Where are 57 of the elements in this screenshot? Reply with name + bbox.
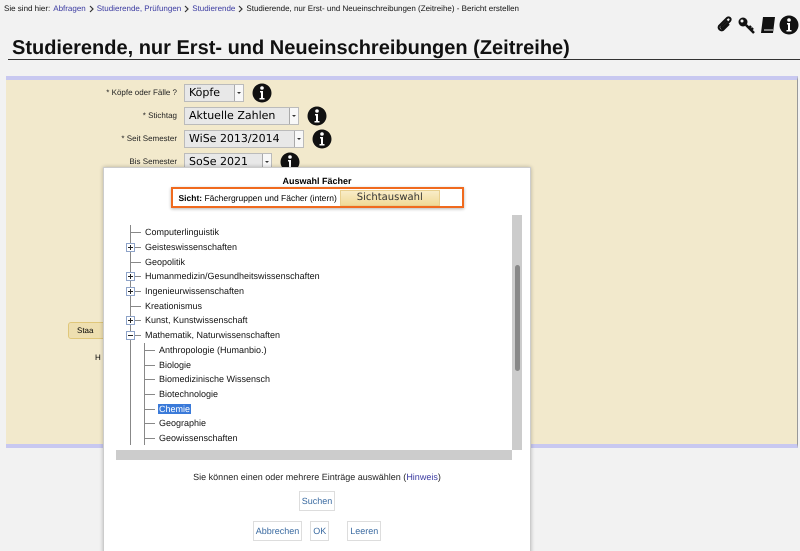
caret-icon <box>234 84 244 100</box>
hint-text: H <box>95 353 102 362</box>
expand-icon[interactable] <box>126 242 135 252</box>
dialog-button[interactable]: Leeren <box>347 521 382 541</box>
tree-item[interactable]: Biologie <box>158 360 192 370</box>
field-label: * Seit Semester <box>120 134 178 143</box>
tree-item[interactable]: Biomedizinische Wissensch <box>158 374 272 384</box>
expand-icon[interactable] <box>126 316 135 326</box>
expand-icon[interactable] <box>126 286 135 296</box>
chevron-icon <box>184 4 190 12</box>
dropdown[interactable]: Köpfe <box>184 84 244 102</box>
info-icon[interactable] <box>307 106 328 126</box>
key-icon[interactable] <box>737 15 757 35</box>
tree-item[interactable]: Anthropologie (Humanbio.) <box>158 344 268 355</box>
chevron-icon <box>88 4 94 12</box>
search-button[interactable]: Suchen <box>298 491 336 511</box>
dialog-button[interactable]: OK <box>310 521 330 541</box>
tree-item[interactable]: Geographie <box>158 418 208 428</box>
tree-item[interactable]: Chemie <box>158 404 192 414</box>
view-label: Sicht: Fächergruppen und Fächer (intern) <box>178 192 337 202</box>
expand-icon[interactable] <box>126 272 135 282</box>
tree-item[interactable]: Ingenieurwissenschaften <box>144 286 246 296</box>
book-icon[interactable] <box>759 15 777 35</box>
scrollbar[interactable] <box>116 450 512 460</box>
dropdown[interactable]: Aktuelle Zahlen <box>184 106 300 124</box>
field-label: Bis Semester <box>128 157 178 166</box>
page-title: Studierende, nur Erst- und Neueinschreibungen (Zeitreihe) <box>8 35 800 60</box>
breadcrumb-link[interactable]: Abfragen <box>53 4 86 13</box>
dropdown[interactable]: WiSe 2013/2014 <box>184 130 304 148</box>
tree-item[interactable]: Kunst, Kunstwissenschaft <box>144 315 249 326</box>
dialog-button[interactable]: Abbrechen <box>252 521 302 541</box>
info-icon[interactable] <box>312 128 332 148</box>
breadcrumb-link[interactable]: Studierende, Prüfungen <box>96 4 182 13</box>
hint-text: Sie können einen oder mehrere Einträge auswählen (Hinweis) <box>192 472 442 482</box>
tree-item[interactable]: Geisteswissenschaften <box>144 242 238 252</box>
breadcrumb-prefix: Sie sind hier: <box>4 4 50 13</box>
chevron-icon <box>238 4 244 12</box>
tree-item[interactable]: Kreationismus <box>144 300 204 311</box>
info-icon[interactable] <box>252 82 272 102</box>
tree-item[interactable]: Geowissenschaften <box>158 432 239 443</box>
dialog-title: Auswahl Fächer <box>281 176 353 186</box>
caret-icon <box>289 108 298 124</box>
tree-item[interactable]: Computerlinguistik <box>144 227 220 238</box>
collapse-icon[interactable] <box>126 330 135 340</box>
field-label: * Stichtag <box>142 111 178 120</box>
tree-item[interactable]: Humanmedizin/Gesundheitswissenschaften <box>144 271 321 282</box>
view-select-button[interactable]: Sichtauswahl <box>340 190 440 206</box>
tree-item[interactable]: Geopolitik <box>144 256 186 267</box>
caret-icon <box>294 130 303 146</box>
hint-link[interactable]: Hinweis <box>406 472 438 482</box>
tree-item[interactable]: Mathematik, Naturwissenschaften <box>144 330 282 340</box>
info-icon[interactable] <box>779 15 799 35</box>
tree-item[interactable]: Biotechnologie <box>158 388 220 399</box>
breadcrumb-link[interactable]: Studierende <box>192 4 236 13</box>
field-label: * Köpfe oder Fälle ? <box>105 88 178 97</box>
scrollbar[interactable] <box>512 215 522 450</box>
breadcrumb-current: Studierende, nur Erst- und Neueinschreibungen (Zeitreihe) - Bericht erstellen <box>246 4 519 13</box>
